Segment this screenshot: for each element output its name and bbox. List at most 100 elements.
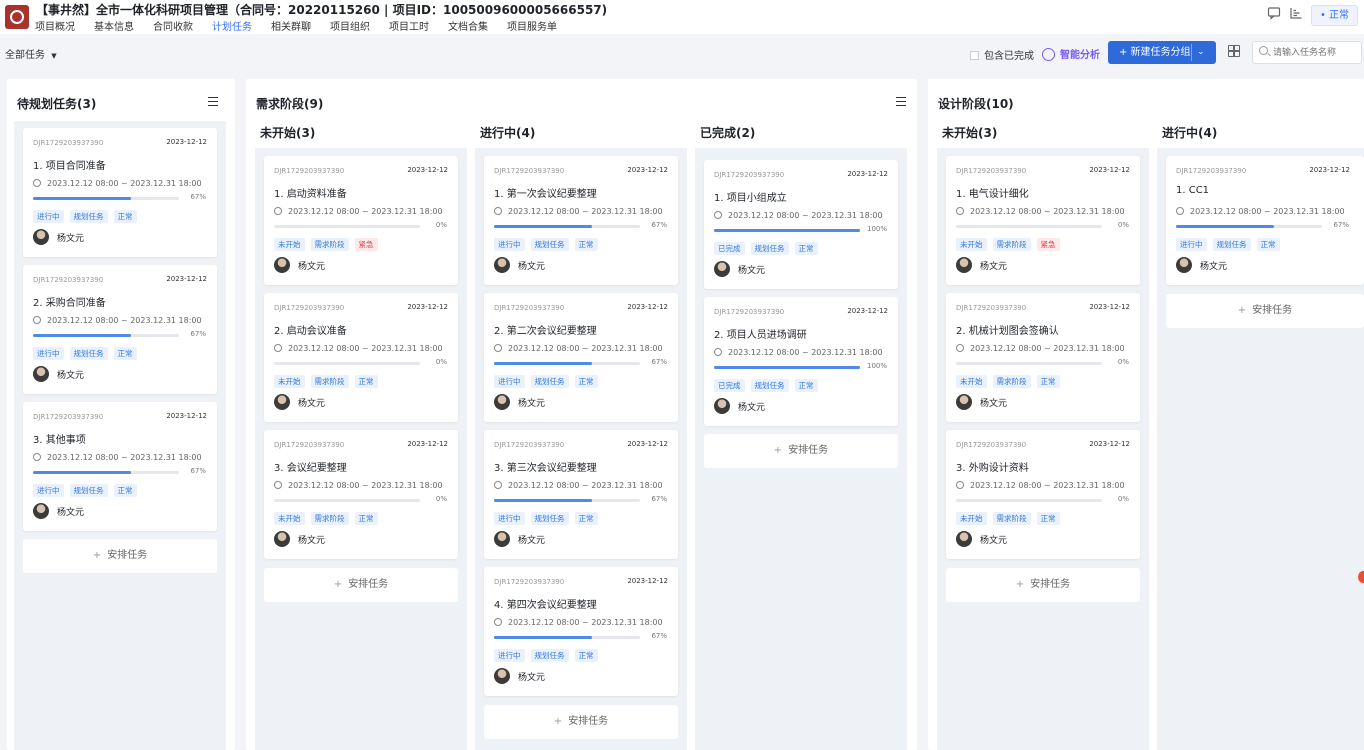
- add-task-button[interactable]: + 安排任务: [484, 705, 678, 739]
- task-card[interactable]: DJR1729203937390 2023-12-12 2. 启动会议准备 20…: [264, 293, 458, 422]
- type-tag: 规划任务: [750, 242, 789, 255]
- status-tag: 未开始: [274, 238, 305, 251]
- task-card[interactable]: DJR1729203937390 2023-12-12 1. 第一次会议纪要整理…: [484, 156, 678, 285]
- add-task-button[interactable]: + 安排任务: [1166, 294, 1364, 328]
- add-task-button[interactable]: + 安排任务: [704, 434, 898, 468]
- task-id: DJR1729203937390: [714, 308, 785, 316]
- task-card[interactable]: DJR1729203937390 2023-12-12 3. 其他事项 2023…: [23, 402, 217, 531]
- assignee: 杨文元: [956, 257, 1007, 273]
- time-range: 2023.12.12 08:00 ~ 2023.12.31 18:00: [288, 207, 443, 216]
- chat-icon[interactable]: [1265, 6, 1283, 24]
- plus-icon: +: [773, 445, 783, 456]
- tab-service-orders[interactable]: 项目服务单: [507, 18, 557, 33]
- tab-project-org[interactable]: 项目组织: [330, 18, 370, 33]
- avatar: [494, 394, 510, 410]
- column-title: 进行中(4): [1162, 126, 1218, 140]
- status-tag: 未开始: [956, 512, 987, 525]
- board-menu-icon[interactable]: [896, 97, 906, 106]
- add-task-button[interactable]: + 安排任务: [946, 568, 1140, 602]
- task-card[interactable]: DJR1729203937390 2023-12-12 3. 会议纪要整理 20…: [264, 430, 458, 559]
- task-card[interactable]: DJR1729203937390 2023-12-12 1. 项目小组成立 20…: [704, 160, 898, 289]
- progress-bar: [274, 499, 420, 502]
- grid-view-icon[interactable]: [1228, 45, 1240, 57]
- status-tag: 进行中: [494, 375, 525, 388]
- avatar: [33, 229, 49, 245]
- task-card[interactable]: DJR1729203937390 2023-12-12 3. 外购设计资料 20…: [946, 430, 1140, 559]
- task-card[interactable]: DJR1729203937390 2023-12-12 1. 启动资料准备 20…: [264, 156, 458, 285]
- clock-icon: [714, 211, 722, 219]
- priority-tag: 正常: [354, 512, 378, 525]
- task-card[interactable]: DJR1729203937390 2023-12-12 2. 采购合同准备 20…: [23, 265, 217, 394]
- task-time: 2023.12.12 08:00 ~ 2023.12.31 18:00: [33, 453, 202, 462]
- progress-fill: [1176, 225, 1274, 228]
- time-range: 2023.12.12 08:00 ~ 2023.12.31 18:00: [47, 179, 202, 188]
- tab-project-overview[interactable]: 项目概况: [35, 18, 75, 33]
- task-card[interactable]: DJR1729203937390 2023-12-12 4. 第四次会议纪要整理…: [484, 567, 678, 696]
- assignee-name: 杨文元: [738, 402, 766, 413]
- priority-tag: 紧急: [354, 238, 378, 251]
- tab-contract-payment[interactable]: 合同收款: [153, 18, 193, 33]
- filter-label: 全部任务: [5, 50, 45, 61]
- task-search-input[interactable]: [1273, 45, 1359, 60]
- task-time: 2023.12.12 08:00 ~ 2023.12.31 18:00: [956, 344, 1125, 353]
- add-task-button[interactable]: + 安排任务: [264, 568, 458, 602]
- status-tag: 进行中: [494, 649, 525, 662]
- tab-plan-tasks[interactable]: 计划任务: [212, 18, 252, 33]
- checkbox-box: [970, 51, 979, 60]
- tab-basic-info[interactable]: 基本信息: [94, 18, 134, 33]
- progress-percent: 67%: [651, 221, 667, 229]
- add-task-label: 安排任务: [1252, 305, 1293, 316]
- type-tag: 规划任务: [69, 210, 108, 223]
- progress-percent: 67%: [190, 330, 206, 338]
- avatar: [714, 261, 730, 277]
- clock-icon: [494, 207, 502, 215]
- time-range: 2023.12.12 08:00 ~ 2023.12.31 18:00: [508, 481, 663, 490]
- tag-list: 未开始 需求阶段 正常: [956, 375, 1066, 388]
- task-date: 2023-12-12: [166, 138, 207, 146]
- task-card[interactable]: DJR1729203937390 2023-12-12 2. 机械计划图会签确认…: [946, 293, 1140, 422]
- column-title: 进行中(4): [480, 126, 536, 140]
- type-tag: 规划任务: [69, 347, 108, 360]
- task-name: 3. 外购设计资料: [956, 463, 1029, 474]
- task-card[interactable]: DJR1729203937390 2023-12-12 2. 项目人员进场调研 …: [704, 297, 898, 426]
- task-card[interactable]: DJR1729203937390 2023-12-12 2. 第二次会议纪要整理…: [484, 293, 678, 422]
- status-tag: 进行中: [33, 484, 64, 497]
- task-name: 2. 机械计划图会签确认: [956, 326, 1059, 337]
- avatar: [494, 531, 510, 547]
- tag-list: 进行中 规划任务 正常: [494, 238, 604, 251]
- project-status-badge[interactable]: • 正常: [1311, 5, 1358, 26]
- assignee-name: 杨文元: [57, 507, 85, 518]
- button-divider: [1191, 44, 1192, 61]
- assignee-name: 杨文元: [518, 535, 546, 546]
- add-task-button[interactable]: + 安排任务: [23, 539, 217, 573]
- task-date: 2023-12-12: [627, 166, 668, 174]
- add-task-label: 安排任务: [568, 716, 609, 727]
- floating-assistant-icon[interactable]: [1358, 571, 1364, 583]
- board-menu-icon[interactable]: [208, 97, 218, 106]
- progress-fill: [33, 471, 131, 474]
- smart-analysis-button[interactable]: 智能分析: [1042, 46, 1100, 61]
- include-completed-checkbox[interactable]: 包含已完成: [970, 47, 1034, 62]
- status-tag: 进行中: [33, 210, 64, 223]
- task-card[interactable]: DJR1729203937390 2023-12-12 1. CC1 2023.…: [1166, 156, 1364, 285]
- task-card[interactable]: DJR1729203937390 2023-12-12 1. 项目合同准备 20…: [23, 128, 217, 257]
- priority-tag: 正常: [113, 347, 137, 360]
- task-filter-dropdown[interactable]: 全部任务 ▼: [5, 46, 57, 61]
- tab-group-chats[interactable]: 相关群聊: [271, 18, 311, 33]
- clock-icon: [956, 207, 964, 215]
- progress-bar: [714, 366, 860, 369]
- new-task-group-button[interactable]: + 新建任务分组 ⌄: [1108, 41, 1216, 64]
- type-tag: 规划任务: [69, 484, 108, 497]
- tab-documents[interactable]: 文档合集: [448, 18, 488, 33]
- assignee: 杨文元: [33, 366, 84, 382]
- chart-icon[interactable]: [1287, 6, 1305, 24]
- clock-icon: [274, 481, 282, 489]
- task-card[interactable]: DJR1729203937390 2023-12-12 3. 第三次会议纪要整理…: [484, 430, 678, 559]
- task-card[interactable]: DJR1729203937390 2023-12-12 1. 电气设计细化 20…: [946, 156, 1140, 285]
- tab-project-hours[interactable]: 项目工时: [389, 18, 429, 33]
- chevron-down-icon[interactable]: ⌄: [1197, 41, 1205, 64]
- clock-icon: [494, 481, 502, 489]
- progress-fill: [714, 366, 860, 369]
- task-date: 2023-12-12: [627, 577, 668, 585]
- task-date: 2023-12-12: [1089, 440, 1130, 448]
